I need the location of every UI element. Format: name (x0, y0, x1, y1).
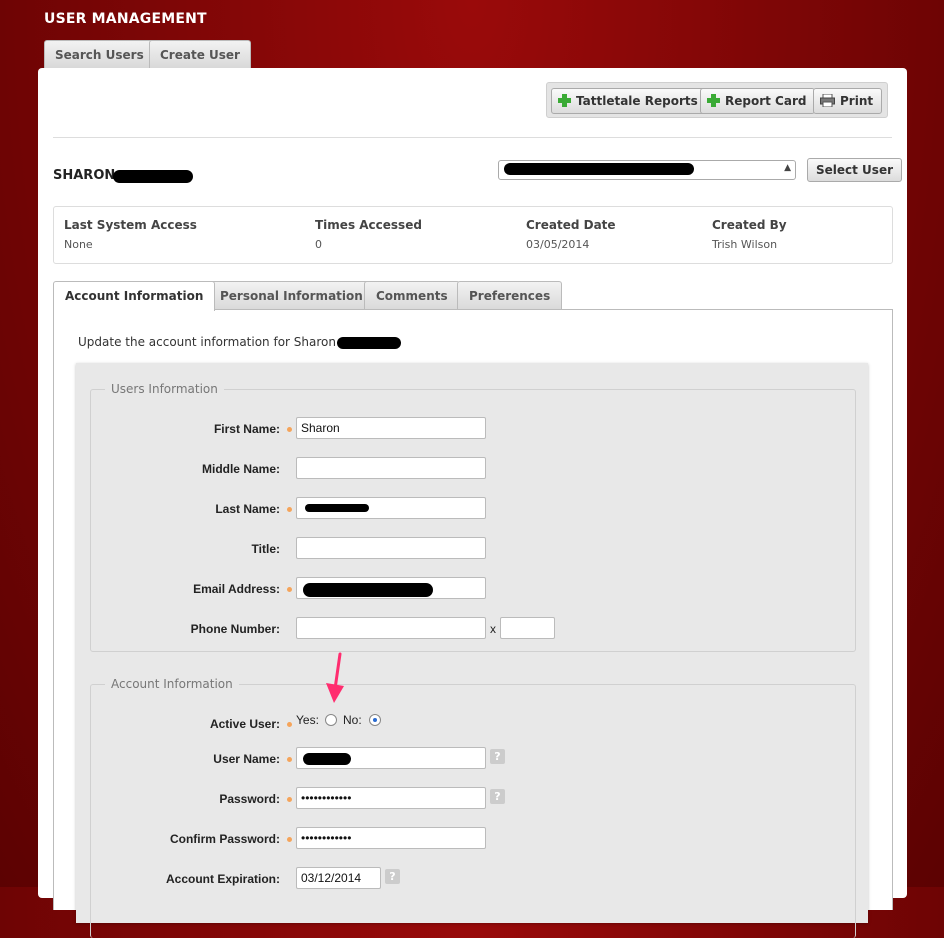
last-name-label: Last Name: (215, 502, 280, 516)
last-name-input[interactable] (296, 497, 486, 519)
title-input[interactable] (296, 537, 486, 559)
report-toolbar: Tattletale Reports Report Card Print (546, 82, 888, 118)
select-arrows-icon: ▲ (784, 163, 791, 173)
required-indicator (287, 722, 292, 727)
phone-ext-separator: x (490, 622, 496, 636)
help-icon[interactable]: ? (490, 749, 505, 764)
title-label: Title: (251, 542, 280, 556)
main-panel: Tattletale Reports Report Card Print SHA… (38, 68, 907, 938)
active-no-radio[interactable] (369, 714, 381, 726)
redaction-mark (504, 163, 694, 175)
stat-header-last-access: Last System Access (64, 218, 197, 232)
required-indicator (287, 837, 292, 842)
username-input[interactable] (296, 747, 486, 769)
tab-personal-information[interactable]: Personal Information (208, 281, 375, 310)
stat-header-times-accessed: Times Accessed (315, 218, 422, 232)
intro-text: Update the account information for Sharo… (78, 335, 336, 349)
print-button[interactable]: Print (813, 88, 883, 114)
user-stats-box: Last System Access Times Accessed Create… (53, 206, 893, 264)
account-expiration-label: Account Expiration: (165, 872, 280, 886)
required-indicator (287, 587, 292, 592)
account-tab-body: Update the account information for Sharo… (53, 309, 893, 938)
phone-label: Phone Number: (190, 622, 280, 636)
middle-name-label: Middle Name: (201, 462, 280, 476)
active-yes-label: Yes: (296, 713, 319, 727)
users-information-legend: Users Information (111, 382, 218, 396)
printer-icon (820, 91, 835, 108)
user-name-title: SHARON (53, 168, 116, 183)
redaction-mark (305, 504, 369, 512)
required-indicator (287, 427, 292, 432)
required-indicator (287, 507, 292, 512)
tattletale-reports-button[interactable]: Tattletale Reports (551, 88, 707, 114)
annotation-arrow-icon (326, 652, 344, 703)
email-input[interactable] (296, 577, 486, 599)
phone-extension-input[interactable] (500, 617, 555, 639)
required-indicator (287, 797, 292, 802)
redaction-mark (303, 753, 351, 765)
confirm-password-input[interactable]: •••••••••••• (296, 827, 486, 849)
stat-value-created-by: Trish Wilson (712, 238, 778, 251)
confirm-password-label: Confirm Password: (169, 832, 280, 846)
redaction-mark (113, 170, 193, 183)
redaction-mark (303, 583, 433, 597)
tab-search-users[interactable]: Search Users (44, 40, 155, 69)
active-no-label: No: (343, 713, 362, 727)
plus-icon (707, 94, 720, 107)
form-container: Users Information First Name: Sharon Mid… (76, 363, 868, 938)
help-icon[interactable]: ? (385, 869, 400, 884)
tab-preferences[interactable]: Preferences (457, 281, 563, 310)
active-yes-radio[interactable] (325, 714, 337, 726)
account-expiration-input[interactable]: 03/12/2014 (296, 867, 381, 889)
password-label: Password: (219, 792, 280, 806)
first-name-label: First Name: (213, 422, 280, 436)
report-card-button[interactable]: Report Card (700, 88, 816, 114)
user-select-dropdown[interactable]: ▲ (498, 160, 796, 180)
redaction-mark (337, 337, 401, 349)
phone-input[interactable] (296, 617, 486, 639)
account-information-legend: Account Information (111, 677, 233, 691)
stat-header-created-date: Created Date (526, 218, 616, 232)
stat-header-created-by: Created By (712, 218, 787, 232)
required-indicator (287, 757, 292, 762)
header-divider (53, 137, 892, 138)
help-icon[interactable]: ? (490, 789, 505, 804)
select-user-button[interactable]: Select User (807, 158, 903, 182)
tab-comments[interactable]: Comments (364, 281, 460, 310)
tab-account-information[interactable]: Account Information (53, 281, 216, 311)
email-label: Email Address: (193, 582, 280, 596)
middle-name-input[interactable] (296, 457, 486, 479)
username-label: User Name: (213, 752, 280, 766)
stat-value-times-accessed: 0 (315, 238, 322, 251)
plus-icon (558, 94, 571, 107)
password-input[interactable]: •••••••••••• (296, 787, 486, 809)
active-user-label: Active User: (209, 717, 280, 731)
app-title: USER MANAGEMENT (44, 11, 207, 27)
first-name-input[interactable]: Sharon (296, 417, 486, 439)
stat-value-created-date: 03/05/2014 (526, 238, 590, 251)
stat-value-last-access: None (64, 238, 93, 251)
tab-create-user[interactable]: Create User (149, 40, 251, 69)
